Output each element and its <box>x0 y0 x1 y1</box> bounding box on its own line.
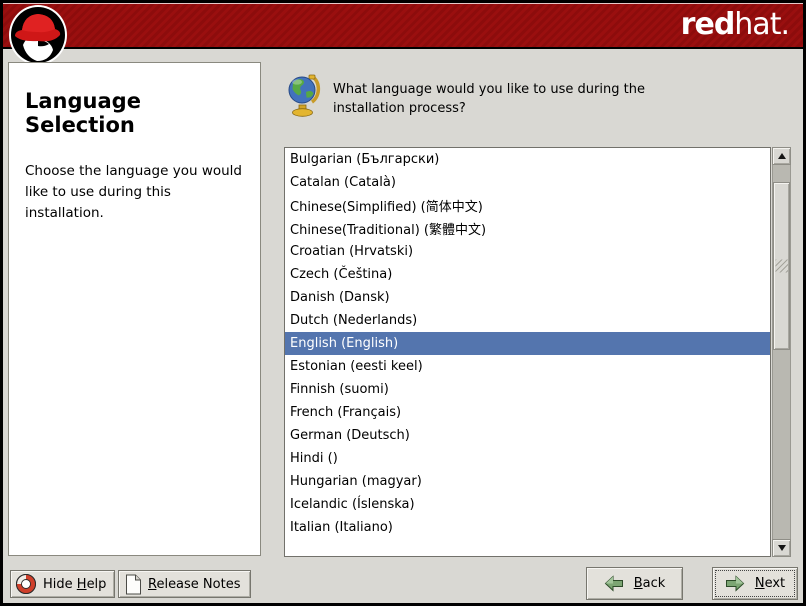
next-label: Next <box>755 576 785 591</box>
release-notes-button[interactable]: Release Notes <box>118 570 251 598</box>
redhat-shadowman-icon <box>8 4 68 66</box>
language-option[interactable]: Chinese(Simplified) (简体中文) <box>285 194 770 217</box>
wordmark-rest: hat. <box>734 7 789 42</box>
installer-window: redhat. Language Selection Choose the la… <box>0 0 806 606</box>
page-title: Language Selection <box>25 89 244 137</box>
language-option[interactable]: Czech (Čeština) <box>285 263 770 286</box>
language-list-viewport[interactable]: Bulgarian (Български) Catalan (Català) C… <box>284 147 771 557</box>
vertical-scrollbar[interactable] <box>772 147 791 557</box>
question-text: What language would you like to use duri… <box>333 81 689 119</box>
language-option[interactable]: German (Deutsch) <box>285 424 770 447</box>
hide-help-button[interactable]: Hide Help <box>10 570 115 598</box>
release-notes-label: Release Notes <box>148 577 240 592</box>
scroll-up-icon <box>778 153 786 159</box>
help-text: Choose the language you would like to us… <box>25 161 244 224</box>
language-option[interactable]: Catalan (Català) <box>285 171 770 194</box>
scrollbar-track[interactable] <box>772 165 791 539</box>
language-option[interactable]: Hindi () <box>285 447 770 470</box>
question-row: What language would you like to use duri… <box>287 73 689 119</box>
language-option[interactable]: Finnish (suomi) <box>285 378 770 401</box>
language-option[interactable]: Dutch (Nederlands) <box>285 309 770 332</box>
scroll-down-button[interactable] <box>772 539 791 557</box>
life-ring-icon <box>15 573 37 595</box>
scroll-up-button[interactable] <box>772 147 791 165</box>
language-list: Bulgarian (Български) Catalan (Català) C… <box>284 147 791 557</box>
language-option[interactable]: Italian (Italiano) <box>285 516 770 539</box>
help-panel: Language Selection Choose the language y… <box>8 62 261 556</box>
redhat-wordmark: redhat. <box>681 8 789 42</box>
language-option[interactable]: Danish (Dansk) <box>285 286 770 309</box>
language-option[interactable]: Chinese(Traditional) (繁體中文) <box>285 217 770 240</box>
hide-help-label: Hide Help <box>43 577 106 592</box>
globe-icon <box>287 73 321 117</box>
document-icon <box>125 574 142 595</box>
language-option[interactable]: Hungarian (magyar) <box>285 470 770 493</box>
back-label: Back <box>634 576 666 591</box>
back-arrow-icon <box>604 575 624 592</box>
language-option[interactable]: French (Français) <box>285 401 770 424</box>
wordmark-bold: red <box>681 7 735 42</box>
scrollbar-thumb[interactable] <box>773 182 790 350</box>
language-option[interactable]: Icelandic (Íslenska) <box>285 493 770 516</box>
back-button[interactable]: Back <box>586 567 683 600</box>
scroll-down-icon <box>778 545 786 551</box>
next-button[interactable]: Next <box>712 567 798 600</box>
language-option[interactable]: Croatian (Hrvatski) <box>285 240 770 263</box>
language-option[interactable]: Bulgarian (Български) <box>285 148 770 171</box>
language-option[interactable]: Estonian (eesti keel) <box>285 355 770 378</box>
next-arrow-icon <box>725 575 745 592</box>
language-option-selected[interactable]: English (English) <box>285 332 770 355</box>
